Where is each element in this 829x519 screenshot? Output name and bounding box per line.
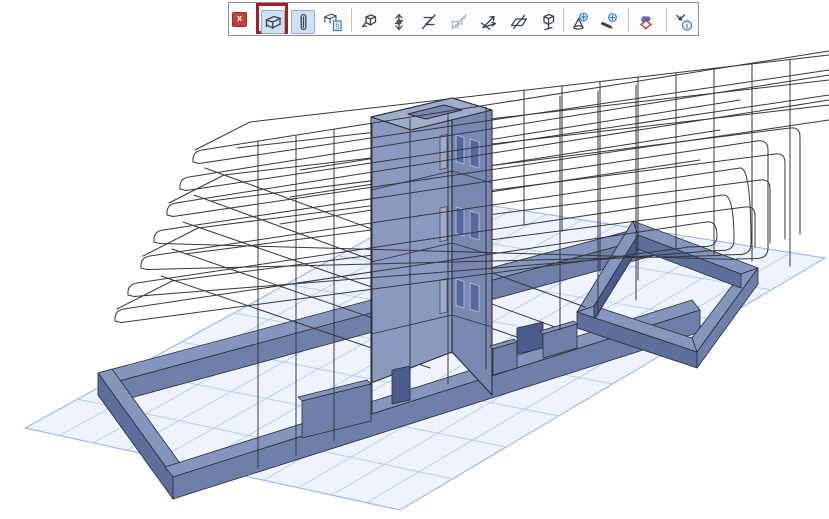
base-door-opening (392, 366, 410, 404)
tilt-parallelogram-icon (509, 12, 529, 32)
toolbar-separator (666, 8, 667, 32)
application-window: x § (0, 0, 829, 519)
render-icon (636, 12, 656, 32)
drag-copy-button[interactable] (535, 10, 559, 34)
render-settings-button[interactable] (634, 10, 658, 34)
rotate-element-button[interactable] (417, 10, 441, 34)
toolbar-separator (351, 8, 352, 32)
3d-visualization-toolbar: x § (228, 2, 699, 36)
3d-viewport[interactable] (0, 0, 829, 519)
elevate-element-button[interactable] (387, 10, 411, 34)
zoom-cone-icon (569, 12, 589, 32)
filter-elements-3d-button[interactable]: § (321, 10, 345, 34)
multiply-arrows-icon (479, 12, 499, 32)
zoom-to-model-button[interactable] (567, 10, 591, 34)
stretch-icon (449, 12, 469, 32)
drag-element-button[interactable] (357, 10, 381, 34)
column-icon (293, 12, 313, 32)
table-settings-icon: § (323, 12, 343, 32)
column-display-button[interactable] (291, 10, 315, 34)
drag-copy-cube-icon (537, 12, 557, 32)
tilt-element-button[interactable] (507, 10, 531, 34)
info-glyph: i (686, 21, 688, 30)
zoom-line-icon (599, 12, 619, 32)
multiply-element-button[interactable] (477, 10, 501, 34)
section-glyph: § (335, 22, 339, 31)
close-toolbar-button[interactable]: x (232, 12, 247, 27)
element-info-icon: i (674, 12, 694, 32)
drag-cube-icon (359, 12, 379, 32)
core-tower[interactable] (371, 98, 492, 395)
show-selection-3d-button[interactable] (261, 10, 285, 34)
toolbar-separator (628, 8, 629, 32)
zoom-to-edge-button[interactable] (597, 10, 621, 34)
rotate-z-icon (419, 12, 439, 32)
toolbar-separator (563, 8, 564, 32)
elevate-arrows-icon (389, 12, 409, 32)
stretch-element-button[interactable] (447, 10, 471, 34)
wall-gap (517, 322, 543, 354)
table-3d-icon (263, 12, 283, 32)
element-info-button[interactable]: i (672, 10, 696, 34)
